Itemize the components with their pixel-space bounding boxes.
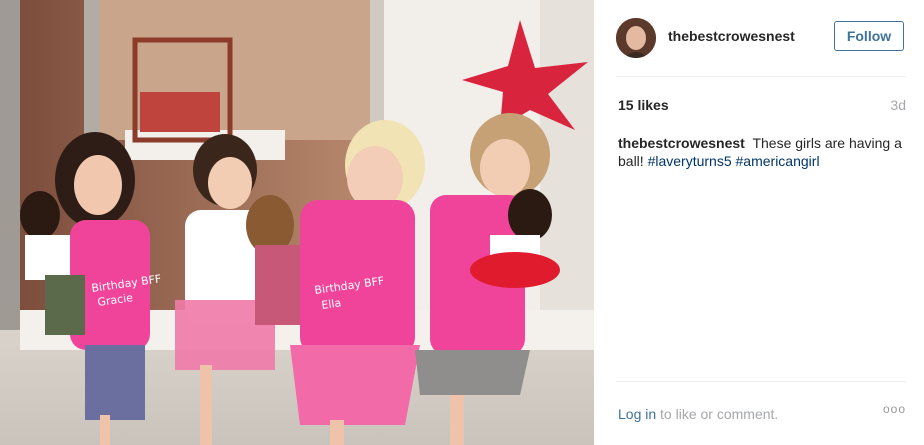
caption-username[interactable]: thebestcrowesnest bbox=[618, 135, 745, 151]
likes-count[interactable]: 15 likes bbox=[618, 97, 669, 113]
more-options-icon[interactable]: ooo bbox=[883, 402, 906, 416]
avatar[interactable] bbox=[616, 18, 656, 58]
post-sidebar: thebestcrowesnest Follow 15 likes 3d the… bbox=[594, 0, 924, 445]
post-photo[interactable]: Birthday BFF Gracie Birthday BFF Ella bbox=[0, 0, 594, 445]
shirt-text-3b: Ella bbox=[321, 296, 342, 312]
username-link[interactable]: thebestcrowesnest bbox=[668, 28, 795, 44]
photo-illustration: Birthday BFF Gracie Birthday BFF Ella bbox=[0, 0, 594, 445]
footer-divider bbox=[616, 381, 906, 382]
post-age[interactable]: 3d bbox=[890, 97, 906, 113]
post-caption: thebestcrowesnest These girls are having… bbox=[618, 134, 908, 170]
avatar-image bbox=[616, 18, 656, 58]
header-divider bbox=[616, 76, 906, 77]
hashtag-laveryturns5[interactable]: #laveryturns5 bbox=[648, 153, 732, 169]
post-header: thebestcrowesnest Follow bbox=[616, 16, 906, 60]
hashtag-americangirl[interactable]: #americangirl bbox=[736, 153, 820, 169]
login-suffix: to like or comment. bbox=[660, 406, 779, 422]
login-link[interactable]: Log in bbox=[618, 406, 656, 422]
follow-button[interactable]: Follow bbox=[834, 21, 904, 51]
login-prompt: Log in to like or comment. bbox=[618, 406, 778, 422]
